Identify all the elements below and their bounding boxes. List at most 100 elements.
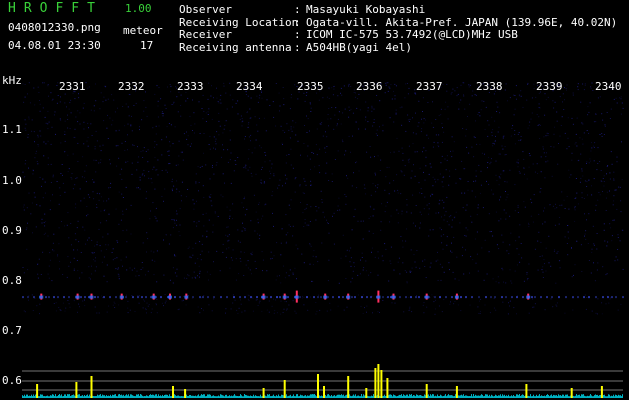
noise-pixel	[350, 281, 352, 283]
noise-pixel	[345, 196, 347, 198]
noise-pixel	[259, 94, 261, 96]
noise-pixel	[289, 208, 291, 210]
spectrum-floor	[455, 394, 456, 398]
spectrum-floor	[227, 396, 228, 398]
noise-pixel	[94, 146, 96, 148]
noise-pixel	[505, 199, 507, 201]
noise-pixel	[85, 181, 87, 183]
spectrum-floor	[394, 395, 395, 398]
noise-pixel	[301, 253, 303, 255]
noise-pixel	[584, 294, 586, 296]
spectrum-floor	[155, 394, 156, 398]
noise-pixel	[561, 204, 563, 206]
noise-pixel	[189, 256, 191, 258]
noise-pixel	[56, 85, 58, 86]
noise-pixel	[463, 94, 464, 96]
noise-pixel	[147, 161, 149, 163]
spectrum-floor	[102, 394, 103, 398]
noise-pixel	[212, 165, 213, 166]
spectrum-floor	[479, 395, 480, 398]
spectrum-floor	[354, 395, 355, 398]
meteor-echo-halo	[346, 295, 351, 299]
noise-pixel	[433, 296, 435, 298]
noise-pixel	[509, 244, 511, 246]
noise-pixel	[374, 156, 375, 158]
noise-pixel	[243, 251, 245, 253]
noise-pixel	[410, 249, 412, 251]
echo-band-pixel	[583, 296, 585, 299]
noise-pixel	[107, 138, 109, 139]
noise-pixel	[244, 166, 246, 168]
echo-band-pixel	[22, 296, 24, 299]
noise-pixel	[591, 82, 593, 84]
noise-pixel	[165, 136, 167, 138]
noise-pixel	[429, 266, 431, 268]
noise-pixel	[221, 156, 222, 158]
noise-pixel	[448, 184, 450, 186]
noise-pixel	[312, 280, 314, 282]
spectrum-floor	[298, 396, 299, 398]
noise-pixel	[585, 238, 587, 240]
echo-band-pixel	[226, 296, 228, 299]
noise-pixel	[96, 204, 97, 205]
noise-pixel	[452, 150, 454, 152]
noise-pixel	[148, 177, 150, 179]
spectrum-floor	[612, 396, 613, 398]
noise-pixel	[42, 178, 44, 180]
noise-pixel	[240, 260, 242, 262]
noise-pixel	[121, 142, 123, 144]
spectrum-floor	[415, 396, 416, 398]
noise-pixel	[38, 258, 40, 260]
spectrum-peak	[90, 376, 93, 398]
noise-pixel	[361, 252, 363, 254]
noise-pixel	[402, 159, 404, 161]
noise-pixel	[152, 127, 154, 129]
noise-pixel	[514, 270, 516, 272]
y-tick-label: 1.1	[2, 123, 22, 136]
noise-pixel	[612, 219, 614, 221]
noise-pixel	[127, 106, 129, 108]
noise-pixel	[333, 243, 335, 245]
noise-pixel	[39, 303, 41, 305]
noise-pixel	[601, 113, 603, 115]
spectrum-floor	[236, 395, 237, 398]
noise-pixel	[447, 118, 449, 120]
noise-pixel	[44, 116, 46, 118]
spectrum-floor	[560, 395, 561, 398]
noise-pixel	[143, 100, 145, 102]
noise-pixel	[453, 236, 455, 238]
noise-pixel	[276, 242, 278, 244]
spectrum-floor	[403, 394, 404, 398]
spectrum-floor	[52, 394, 53, 398]
noise-pixel	[589, 102, 591, 104]
noise-pixel	[542, 277, 544, 278]
noise-pixel	[230, 308, 232, 310]
noise-pixel	[304, 100, 306, 102]
noise-pixel	[331, 107, 333, 108]
spectrum-floor	[182, 396, 183, 398]
noise-pixel	[142, 157, 144, 158]
spectrum-floor	[313, 394, 314, 398]
noise-pixel	[49, 259, 51, 261]
noise-pixel	[526, 272, 528, 274]
noise-pixel	[505, 191, 506, 192]
noise-pixel	[599, 96, 601, 98]
noise-pixel	[602, 191, 603, 192]
noise-pixel	[205, 121, 207, 122]
noise-pixel	[621, 179, 623, 181]
noise-pixel	[576, 117, 578, 119]
noise-pixel	[527, 84, 529, 85]
noise-pixel	[470, 256, 472, 258]
spectrum-floor	[333, 395, 334, 398]
noise-pixel	[613, 200, 615, 202]
noise-pixel	[195, 173, 197, 175]
noise-pixel	[473, 136, 475, 138]
noise-pixel	[118, 223, 120, 225]
noise-pixel	[158, 87, 160, 89]
noise-pixel	[422, 111, 423, 112]
spectrum-floor	[163, 396, 164, 398]
spectrum-floor	[141, 394, 142, 398]
noise-pixel	[609, 178, 611, 180]
noise-pixel	[164, 302, 166, 304]
noise-pixel	[60, 142, 62, 144]
